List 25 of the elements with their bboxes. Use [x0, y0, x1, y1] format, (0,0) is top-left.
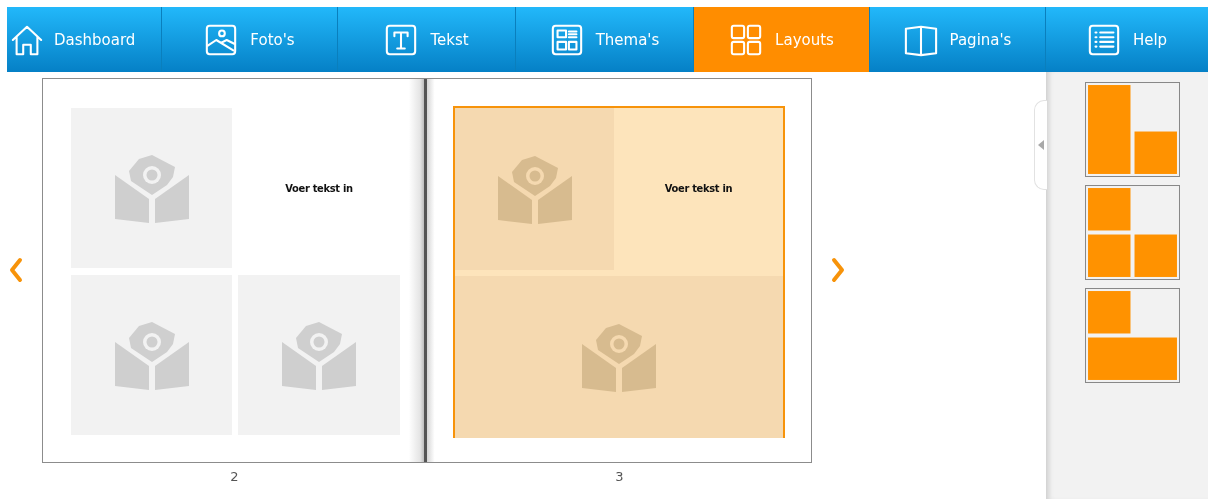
photo-placeholder-icon[interactable] — [282, 320, 356, 390]
nav-tab[interactable]: Foto's — [162, 7, 338, 72]
grid-icon — [729, 22, 764, 57]
photo-placeholder-icon[interactable] — [582, 322, 656, 392]
text-placeholder[interactable]: Voer tekst in — [664, 181, 733, 195]
nav-tab[interactable]: Dashboard — [7, 7, 162, 72]
nav-tab[interactable]: Thema's — [516, 7, 694, 72]
nav-tab[interactable]: Help — [1046, 7, 1208, 72]
image-icon — [204, 22, 239, 57]
nav-tab[interactable]: Pagina's — [870, 7, 1046, 72]
page-number: 2 — [229, 469, 240, 484]
photo-placeholder-icon[interactable] — [497, 154, 572, 224]
page-number: 3 — [614, 469, 625, 484]
nav-tab[interactable]: Layouts — [694, 7, 870, 72]
layout-thumbnail[interactable] — [1085, 288, 1180, 383]
text-icon — [384, 22, 419, 57]
nav-tab[interactable]: Tekst — [338, 7, 516, 72]
photo-placeholder-icon[interactable] — [114, 153, 189, 223]
layout-thumbnail[interactable] — [1085, 185, 1180, 280]
theme-icon — [549, 22, 584, 57]
collapse-handle[interactable] — [1034, 100, 1047, 190]
photo-placeholder-icon[interactable] — [114, 320, 189, 390]
list-icon — [1086, 22, 1121, 57]
text-placeholder[interactable]: Voer tekst in — [285, 181, 353, 195]
layout-thumbnail[interactable] — [1085, 82, 1180, 177]
